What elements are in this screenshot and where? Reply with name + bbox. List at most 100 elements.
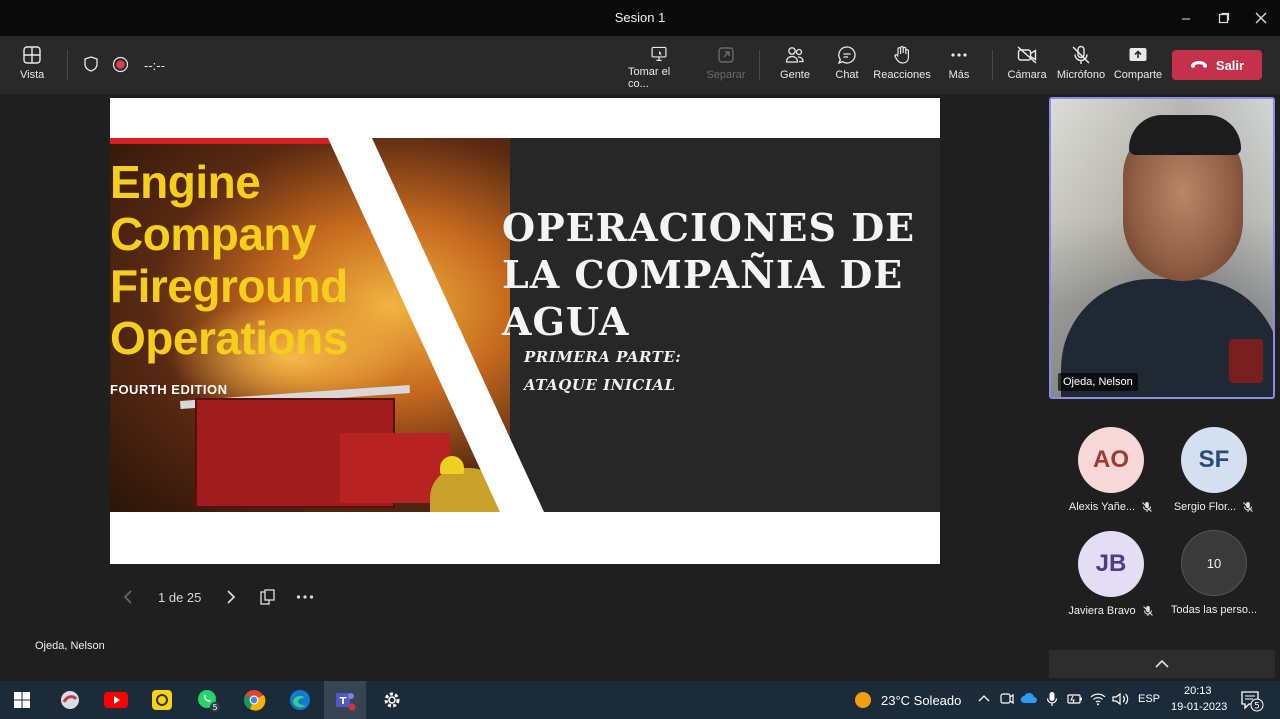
- hang-up-icon: [1190, 61, 1207, 68]
- microphone-button[interactable]: Micrófono: [1057, 44, 1105, 90]
- whatsapp-icon[interactable]: 5: [196, 688, 220, 712]
- take-control-button[interactable]: Tomar el co...: [628, 44, 690, 90]
- chevron-up-icon[interactable]: [977, 692, 991, 707]
- meet-now-icon[interactable]: [1000, 692, 1014, 709]
- onedrive-icon[interactable]: [1020, 692, 1038, 707]
- avatar: AO: [1078, 427, 1144, 493]
- meeting-timer: --:--: [144, 58, 165, 73]
- battery-icon[interactable]: [1067, 692, 1083, 709]
- divider: [759, 50, 760, 80]
- teams-icon[interactable]: T: [333, 688, 357, 712]
- settings-icon[interactable]: [380, 688, 404, 712]
- more-label: Más: [948, 69, 970, 81]
- whatsapp-badge: 5: [212, 703, 217, 712]
- camera-button[interactable]: Cámara: [1007, 44, 1047, 90]
- recording-icon: [112, 56, 129, 78]
- slide-subtitle: ATAQUE INICIAL: [524, 376, 676, 394]
- notifications-icon[interactable]: 5: [1240, 690, 1264, 715]
- divider: [992, 50, 993, 80]
- others-count: 10: [1181, 530, 1247, 596]
- participant-video-tile[interactable]: Ojeda, Nelson: [1049, 97, 1275, 399]
- slide-title: OPERACIONES DE LA COMPAÑIA DE AGUA: [502, 204, 915, 345]
- chat-button[interactable]: Chat: [834, 44, 860, 90]
- clock-time[interactable]: 20:13: [1184, 685, 1212, 697]
- participant-tile[interactable]: AO Alexis Yañe...: [1061, 427, 1161, 513]
- weather-sun-icon[interactable]: [851, 688, 875, 712]
- previous-slide-button[interactable]: [122, 584, 136, 610]
- mic-off-icon: [1142, 606, 1153, 616]
- collapse-gallery-button[interactable]: [1049, 650, 1275, 678]
- more-button[interactable]: Más: [947, 44, 971, 90]
- take-control-label: Tomar el co...: [628, 66, 671, 90]
- edge-icon[interactable]: [288, 688, 312, 712]
- weather-text[interactable]: 23°C Soleado: [881, 693, 961, 708]
- notifications-count: 5: [1254, 702, 1260, 712]
- people-button[interactable]: Gente: [779, 44, 811, 90]
- window-title: Sesion 1: [614, 10, 666, 25]
- slide-page-counter: 1 de 25: [158, 589, 202, 605]
- app-icon[interactable]: [58, 688, 82, 712]
- more-icon: [951, 53, 967, 57]
- close-icon[interactable]: [1246, 6, 1276, 30]
- pop-out-icon: [718, 47, 734, 63]
- windows-start-icon[interactable]: [10, 688, 34, 712]
- thumbnails-button[interactable]: [259, 584, 277, 610]
- all-participants-label: Todas las perso...: [1170, 604, 1258, 616]
- avatar: SF: [1181, 427, 1247, 493]
- leave-button[interactable]: Salir: [1172, 50, 1262, 80]
- minimize-icon[interactable]: –: [1171, 6, 1201, 30]
- slide-title-line: LA COMPAÑIA DE: [502, 252, 904, 297]
- leave-label: Salir: [1215, 57, 1245, 73]
- shield-icon: [82, 55, 100, 78]
- clock-date[interactable]: 19-01-2023: [1171, 701, 1227, 713]
- language-indicator[interactable]: ESP: [1138, 693, 1160, 705]
- video-name-tag: Ojeda, Nelson: [1058, 373, 1138, 391]
- youtube-icon[interactable]: [104, 688, 128, 712]
- app-icon[interactable]: [150, 688, 174, 712]
- share-label: Comparte: [1113, 69, 1163, 81]
- share-screen-icon: [1129, 48, 1147, 61]
- detach-label: Separar: [706, 69, 746, 81]
- chevron-left-icon: [123, 590, 132, 604]
- view-label: Vista: [20, 69, 45, 81]
- reactions-label: Reacciones: [873, 69, 931, 81]
- svg-text:T: T: [340, 696, 347, 707]
- camera-off-icon: [1017, 46, 1037, 64]
- people-icon: [785, 47, 804, 63]
- presenter-name: Ojeda, Nelson: [35, 640, 105, 652]
- slide-title-line: OPERACIONES DE: [502, 205, 916, 250]
- microphone-icon[interactable]: [1046, 691, 1058, 710]
- avatar: JB: [1078, 531, 1144, 597]
- windows-taskbar: 5 T 23°C Soleado ESP 20:13 19-01-2023 5: [0, 681, 1280, 719]
- view-button[interactable]: Vista: [20, 44, 44, 90]
- divider: [67, 50, 68, 80]
- next-slide-button[interactable]: [224, 584, 238, 610]
- more-icon: [296, 595, 314, 599]
- chat-label: Chat: [835, 69, 859, 81]
- chrome-icon[interactable]: [242, 688, 266, 712]
- maximize-icon[interactable]: [1209, 6, 1239, 30]
- participant-tile[interactable]: JB Javiera Bravo: [1061, 531, 1161, 617]
- all-participants-tile[interactable]: 10 Todas las perso...: [1164, 530, 1264, 616]
- thumbnails-icon: [260, 589, 275, 605]
- participant-name: Javiera Bravo: [1068, 605, 1136, 617]
- grid-icon: [23, 46, 41, 64]
- people-label: Gente: [780, 69, 810, 81]
- share-button[interactable]: Comparte: [1114, 44, 1162, 90]
- slide-more-button[interactable]: [296, 584, 314, 610]
- reactions-button[interactable]: Reacciones: [873, 44, 931, 90]
- mic-off-icon: [1072, 45, 1090, 64]
- slide-subtitle: PRIMERA PARTE:: [524, 348, 682, 366]
- title-bar: Sesion 1 –: [0, 0, 1280, 36]
- mic-label: Micrófono: [1056, 69, 1106, 81]
- mic-off-icon: [1142, 502, 1153, 512]
- wifi-icon[interactable]: [1090, 692, 1106, 709]
- slide-title-line: AGUA: [502, 299, 630, 344]
- camera-label: Cámara: [1007, 69, 1047, 81]
- chevron-right-icon: [227, 590, 236, 604]
- detach-button[interactable]: Separar: [706, 44, 746, 90]
- volume-icon[interactable]: [1112, 692, 1130, 709]
- participant-name: Alexis Yañe...: [1068, 501, 1136, 513]
- participant-tile[interactable]: SF Sergio Flor...: [1164, 427, 1264, 513]
- meeting-toolbar: Vista --:-- Tomar el co... Separar Gente…: [0, 36, 1280, 94]
